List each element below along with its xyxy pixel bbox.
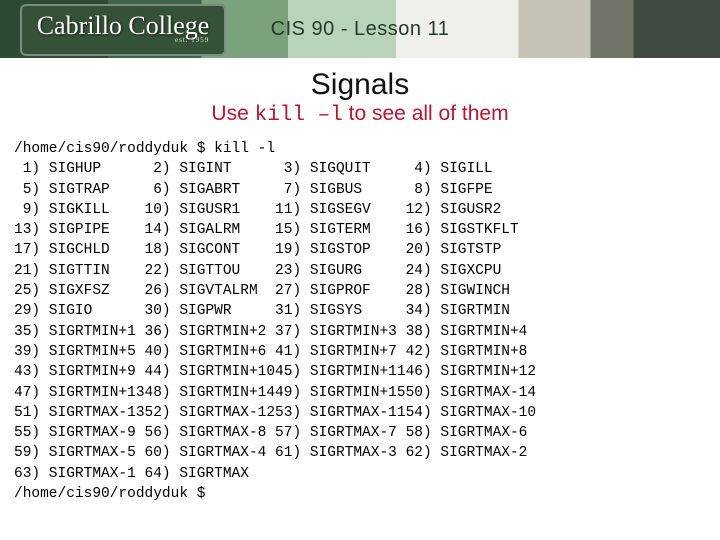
page-title: Signals (0, 68, 720, 102)
logo: Cabrillo College est. 1959 (20, 4, 226, 56)
subtitle-command: kill –l (255, 104, 343, 127)
subtitle-pre: Use (211, 102, 254, 125)
logo-text: Cabrillo College (37, 16, 210, 36)
terminal-output: /home/cis90/roddyduk $ kill -l 1) SIGHUP… (14, 139, 720, 504)
logo-subtext: est. 1959 (37, 36, 210, 44)
page-subtitle: Use kill –l to see all of them (0, 102, 720, 127)
subtitle-post: to see all of them (343, 102, 509, 125)
slide-header: Cabrillo College est. 1959 CIS 90 - Less… (0, 0, 720, 58)
